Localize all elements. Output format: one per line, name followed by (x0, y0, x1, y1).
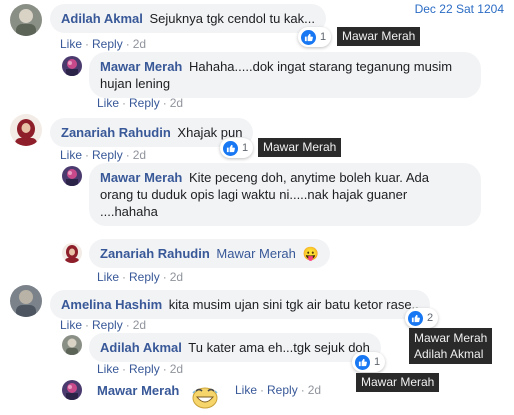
comment-actions: Like · Reply · 2d (235, 383, 322, 397)
grinning-face-sticker-icon (190, 381, 220, 411)
reaction-count: 1 (374, 356, 381, 368)
comment-text: hujan lening (100, 76, 171, 91)
comment-author[interactable]: Adilah Akmal (61, 11, 143, 26)
like-link[interactable]: Like (60, 318, 82, 332)
comment-text: ....hahaha (100, 204, 158, 219)
reaction-badge[interactable]: 1 (220, 138, 254, 158)
reaction-count: 2 (427, 312, 434, 324)
tooltip-name: Mawar Merah (414, 331, 488, 345)
reaction-count: 1 (242, 142, 249, 154)
avatar-adilah[interactable] (10, 4, 42, 36)
comment-actions: Like · Reply · 2d (97, 96, 184, 110)
reaction-badge[interactable]: 1 (352, 352, 386, 372)
comment-author[interactable]: Amelina Hashim (61, 297, 162, 312)
timestamp[interactable]: 2d (170, 96, 183, 110)
comment-text: orang tu duduk opis lagi waktu ni.....na… (100, 187, 408, 202)
avatar-mawar[interactable] (62, 166, 82, 186)
comment-author[interactable]: Adilah Akmal (100, 340, 182, 355)
comment-bubble: Zanariah Rahudin Mawar Merah 😛 (89, 239, 330, 268)
like-reaction-icon (223, 140, 238, 156)
avatar-zanariah[interactable] (62, 243, 82, 263)
reaction-count: 1 (320, 31, 327, 43)
like-link[interactable]: Like (97, 362, 119, 376)
reaction-badge[interactable]: 2 (405, 308, 439, 328)
avatar-amelina[interactable] (10, 285, 42, 317)
comment-author[interactable]: Mawar Merah (97, 383, 179, 398)
reply-link[interactable]: Reply (92, 318, 123, 332)
timestamp[interactable]: 2d (133, 37, 146, 51)
comment-bubble: Mawar Merah Kite peceng doh, anytime bol… (89, 163, 481, 226)
comment-author[interactable]: Mawar Merah (100, 59, 182, 74)
reply-link[interactable]: Reply (129, 96, 160, 110)
timestamp[interactable]: 2d (308, 383, 321, 397)
timestamp[interactable]: 2d (170, 362, 183, 376)
avatar-mawar[interactable] (62, 380, 82, 400)
like-link[interactable]: Like (60, 37, 82, 51)
comment-author[interactable]: Zanariah Rahudin (100, 246, 210, 261)
avatar-adilah[interactable] (62, 335, 82, 355)
timestamp[interactable]: 2d (170, 270, 183, 284)
like-reaction-icon (408, 310, 423, 326)
comment-text: Sejuknya tgk cendol tu kak... (149, 11, 315, 26)
comment-actions: Like · Reply · 2d (97, 270, 184, 284)
reaction-tooltip: Mawar Merah (258, 138, 342, 157)
comment-actions: Like · Reply · 2d (60, 37, 147, 51)
reply-link[interactable]: Reply (129, 362, 160, 376)
reply-link[interactable]: Reply (92, 148, 123, 162)
reply-link[interactable]: Reply (267, 383, 298, 397)
reaction-badge[interactable]: 1 (298, 27, 332, 47)
timestamp[interactable]: 2d (133, 318, 146, 332)
date-label: Dec 22 Sat 1204 (414, 2, 504, 16)
like-link[interactable]: Like (97, 96, 119, 110)
comment-author[interactable]: Mawar Merah (100, 170, 182, 185)
comment-actions: Like · Reply · 2d (60, 318, 147, 332)
comment-actions: Like · Reply · 2d (60, 148, 147, 162)
like-reaction-icon (301, 29, 316, 45)
like-link[interactable]: Like (235, 383, 257, 397)
comment-bubble: Amelina Hashim kita musim ujan sini tgk … (50, 290, 430, 319)
reply-link[interactable]: Reply (92, 37, 123, 51)
comment-bubble: Adilah Akmal Tu kater ama eh...tgk sejuk… (89, 333, 381, 362)
reaction-tooltip: Mawar Merah (356, 373, 440, 392)
reaction-tooltip: Mawar Merah (337, 27, 421, 46)
like-reaction-icon (355, 354, 370, 370)
like-link[interactable]: Like (60, 148, 82, 162)
avatar-zanariah[interactable] (10, 114, 42, 146)
comment-text: Kite peceng doh, anytime boleh kuar. Ada (189, 170, 429, 185)
mentioned-user[interactable]: Mawar Merah (216, 246, 295, 261)
tongue-emoji-icon: 😛 (302, 246, 319, 261)
like-link[interactable]: Like (97, 270, 119, 284)
comment-author[interactable]: Zanariah Rahudin (61, 125, 171, 140)
comment-text: Hahaha.....dok ingat starang teganung mu… (189, 59, 453, 74)
tooltip-name: Adilah Akmal (414, 347, 484, 361)
comment-bubble: Mawar Merah Hahaha.....dok ingat starang… (89, 52, 481, 98)
reaction-tooltip: Mawar Merah Adilah Akmal (409, 328, 493, 364)
comment-text: Tu kater ama eh...tgk sejuk doh (188, 340, 370, 355)
timestamp[interactable]: 2d (133, 148, 146, 162)
comment-text: kita musim ujan sini tgk air batu ketor … (168, 297, 419, 312)
reply-link[interactable]: Reply (129, 270, 160, 284)
comment-bubble: Adilah Akmal Sejuknya tgk cendol tu kak.… (50, 4, 326, 33)
comment-actions: Like · Reply · 2d (97, 362, 184, 376)
avatar-mawar[interactable] (62, 56, 82, 76)
